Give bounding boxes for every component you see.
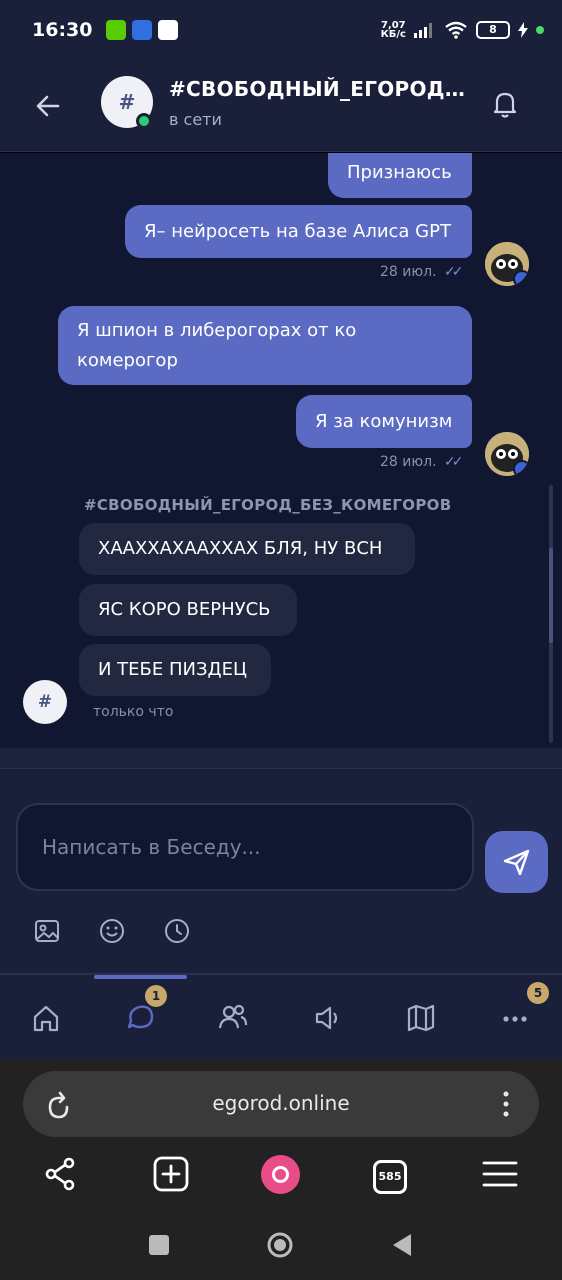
schedule-button[interactable]: [163, 917, 191, 945]
signal-icon: [414, 23, 432, 38]
send-icon: [503, 849, 530, 876]
megaphone-icon: [315, 1006, 338, 1030]
loading-bar: [0, 748, 562, 768]
alice-assistant-button[interactable]: [261, 1155, 300, 1194]
network-speed-unit: КБ/с: [380, 29, 406, 40]
message-time: 28 июл.: [380, 264, 437, 280]
incoming-message[interactable]: И ТЕБЕ ПИЗДЕЦ: [79, 644, 271, 696]
user-avatar[interactable]: [485, 242, 529, 286]
message-input[interactable]: [16, 803, 474, 891]
chat-online-status: в сети: [169, 110, 222, 129]
yandex-icon: [158, 20, 179, 40]
hamburger-icon: [482, 1161, 518, 1187]
battery-indicator: 8: [476, 21, 510, 39]
privacy-dot: [536, 26, 544, 34]
wifi-icon: [445, 21, 467, 39]
nav-announcements[interactable]: [302, 993, 352, 1043]
nav-active-indicator: [94, 975, 187, 979]
chat-title[interactable]: #СВОБОДНЫЙ_ЕГОРОД_БЕЗ_КОМЕГОРОВ: [169, 77, 469, 101]
arrow-left-icon: [36, 95, 60, 117]
user-avatar[interactable]: [485, 432, 529, 476]
image-icon: [35, 920, 59, 942]
square-icon: [149, 1235, 169, 1255]
recent-apps-button[interactable]: [145, 1231, 173, 1259]
bell-icon: [493, 92, 517, 118]
browser-menu-button[interactable]: [493, 1088, 519, 1120]
url-text[interactable]: egorod.online: [23, 1091, 539, 1115]
duolingo-icon: [106, 20, 127, 40]
notification-icons: [106, 20, 179, 40]
attach-image-button[interactable]: [33, 917, 61, 945]
message-time: 28 июл.: [380, 454, 437, 470]
plus-square-icon: [153, 1156, 189, 1192]
outgoing-message[interactable]: Признаюсь: [328, 153, 472, 198]
scrollbar-thumb[interactable]: [549, 548, 553, 643]
triangle-back-icon: [393, 1234, 411, 1256]
nav-home[interactable]: [21, 993, 71, 1043]
map-icon: [407, 1004, 435, 1032]
more-badge: 5: [527, 982, 549, 1004]
network-speed: 7,07 КБ/с: [380, 21, 406, 40]
app-notification-icon: [132, 20, 153, 40]
emoji-icon: [100, 919, 124, 943]
back-button[interactable]: [28, 88, 68, 124]
clock-icon: [165, 919, 189, 943]
sender-name[interactable]: #СВОБОДНЫЙ_ЕГОРОД_БЕЗ_КОМЕГОРОВ: [84, 496, 451, 514]
emoji-button[interactable]: [98, 917, 126, 945]
chats-badge: 1: [145, 985, 167, 1007]
kebab-menu-icon: [503, 1091, 509, 1117]
chat-header: # #СВОБОДНЫЙ_ЕГОРОД_БЕЗ_КОМЕГОРОВ в сети: [0, 60, 562, 152]
outgoing-message[interactable]: Я за комунизм: [296, 395, 472, 448]
read-receipt-icon: ✓✓: [444, 454, 464, 470]
users-icon: [218, 1004, 248, 1029]
message-time: только что: [93, 704, 174, 720]
home-button[interactable]: [266, 1231, 294, 1259]
outgoing-message[interactable]: Я шпион в либерогорах от ко комерогор: [58, 306, 472, 385]
notifications-button[interactable]: [490, 88, 520, 120]
nav-people[interactable]: [208, 993, 258, 1043]
nav-map[interactable]: [396, 993, 446, 1043]
circle-icon: [267, 1232, 293, 1258]
address-bar[interactable]: egorod.online: [23, 1071, 539, 1137]
hamburger-menu-button[interactable]: [480, 1154, 520, 1194]
message-composer: [0, 768, 562, 973]
back-system-button[interactable]: [389, 1231, 417, 1259]
share-icon: [45, 1157, 75, 1191]
browser-toolbar: egorod.online 585: [0, 1059, 562, 1280]
online-indicator: [136, 113, 152, 129]
send-button[interactable]: [485, 831, 548, 893]
home-icon: [33, 1005, 59, 1032]
verified-badge-icon: [513, 270, 529, 286]
bottom-navigation: 1 5: [0, 973, 562, 1059]
clock-time: 16:30: [32, 19, 93, 41]
sender-avatar[interactable]: #: [23, 680, 67, 724]
incoming-message[interactable]: ХААХХАХААХХАХ БЛЯ, НУ ВСН: [79, 523, 415, 575]
status-bar: 16:30 7,07 КБ/с 8: [0, 0, 562, 60]
charging-icon: [518, 22, 528, 38]
verified-badge-icon: [513, 460, 529, 476]
incoming-message[interactable]: ЯС КОРО ВЕРНУСЬ: [79, 584, 297, 636]
outgoing-message[interactable]: Я– нейросеть на базе Алиса GPT: [125, 205, 472, 258]
tabs-button[interactable]: 585: [373, 1160, 407, 1194]
status-indicators: 7,07 КБ/с 8: [380, 21, 544, 40]
alice-icon: [272, 1166, 289, 1183]
share-button[interactable]: [41, 1154, 81, 1194]
message-list[interactable]: Признаюсь Я– нейросеть на базе Алиса GPT…: [0, 153, 562, 748]
new-tab-button[interactable]: [151, 1154, 191, 1194]
read-receipt-icon: ✓✓: [444, 264, 464, 280]
